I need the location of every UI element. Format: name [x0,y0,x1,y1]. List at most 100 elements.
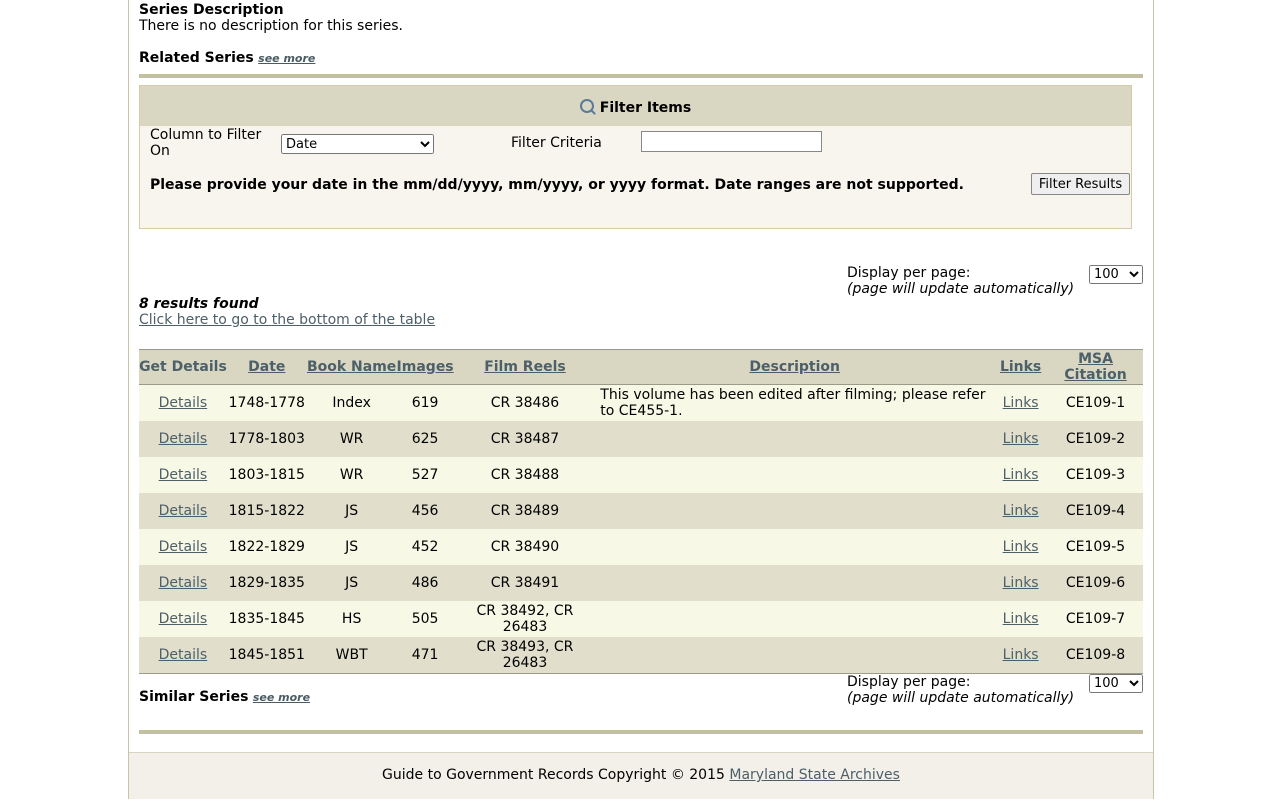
table-cell: CE109-7 [1048,601,1143,637]
cell-film-reels: CR 38486 [490,395,560,411]
links-link[interactable]: Links [1003,395,1039,411]
similar-series-heading: Similar Series [139,689,249,705]
column-filter-label: Column to Filter On [150,127,262,159]
cell-book-name: JS [345,539,359,555]
table-cell: WR [306,457,397,493]
table-cell: Index [306,384,397,421]
table-cell: 1815-1822 [226,493,307,529]
sort-msa-citation-link[interactable]: MSA Citation [1064,351,1126,383]
cell-film-reels: CR 38491 [490,575,560,591]
table-cell: Links [993,565,1049,601]
details-link[interactable]: Details [159,395,208,411]
links-link[interactable]: Links [1003,611,1039,627]
links-link[interactable]: Links [1003,575,1039,591]
header-book-name[interactable]: Book Name [306,349,397,385]
related-series-heading: Related Series [139,50,254,66]
table-cell: JS [306,565,397,601]
details-link[interactable]: Details [159,611,208,627]
related-series: Related Series see more [139,50,315,66]
sort-images-link[interactable]: Images [397,359,454,375]
cell-date: 1815-1822 [228,503,305,519]
details-link[interactable]: Details [159,575,208,591]
table-cell: CR 38490 [453,529,597,565]
details-link[interactable]: Details [159,431,208,447]
footer-archives-link[interactable]: Maryland State Archives [729,767,900,783]
table-cell: JS [306,493,397,529]
table-row: Details 1835-1845 HS 505 CR 38492, CR 26483 L… [139,601,1143,637]
table-row: Details 1829-1835 JS 486 CR 38491 Links CE109-… [139,565,1143,601]
header-msa-citation[interactable]: MSA Citation [1048,349,1143,385]
cell-description: This volume has been edited after filmin… [600,387,986,419]
sort-description-link[interactable]: Description [749,359,840,375]
links-link[interactable]: Links [1003,431,1039,447]
links-link[interactable]: Links [1003,647,1039,663]
cell-book-name: JS [345,575,359,591]
filter-criteria-input[interactable] [641,131,822,152]
header-get-details: Get Details [139,349,227,385]
sort-links-link[interactable]: Links [1000,359,1041,375]
cell-film-reels: CR 38489 [490,503,560,519]
cell-images: 619 [411,395,439,411]
details-link[interactable]: Details [159,647,208,663]
cell-book-name: HS [341,611,362,627]
table-cell [596,493,994,529]
cell-film-reels: CR 38490 [490,539,560,555]
links-link[interactable]: Links [1003,539,1039,555]
table-cell: Details [139,565,227,601]
header-images[interactable]: Images [396,349,454,385]
cell-msa-citation: CE109-2 [1065,431,1126,447]
results-count: 8 results found [139,296,259,312]
table-cell: CR 38493, CR 26483 [453,637,597,674]
table-cell: WBT [306,637,397,674]
table-cell: CE109-6 [1048,565,1143,601]
header-film-reels[interactable]: Film Reels [453,349,597,385]
table-cell [596,457,994,493]
display-per-page-note: (page will update automatically) [847,281,1075,297]
details-link[interactable]: Details [159,503,208,519]
display-per-page-top: Display per page: (page will update auto… [847,265,1074,297]
table-cell: CE109-1 [1048,384,1143,421]
table-cell: 471 [396,637,454,674]
cell-book-name: WBT [335,647,368,663]
filter-panel: Filter Items Column to Filter On Date Fi… [139,85,1132,229]
sort-book-name-link[interactable]: Book Name [307,359,396,375]
header-links[interactable]: Links [993,349,1049,385]
filter-title: Filter Items [140,98,1131,116]
filter-results-button[interactable]: Filter Results [1031,173,1130,195]
header-date[interactable]: Date [226,349,307,385]
header-description[interactable]: Description [596,349,994,385]
links-link[interactable]: Links [1003,467,1039,483]
details-link[interactable]: Details [159,467,208,483]
table-cell: CR 38488 [453,457,597,493]
table-cell: CE109-3 [1048,457,1143,493]
footer: Guide to Government Records Copyright © … [129,752,1153,799]
display-per-page-select-top[interactable]: 100 [1089,265,1143,284]
cell-msa-citation: CE109-6 [1065,575,1126,591]
display-per-page-select-bottom[interactable]: 100 [1089,674,1143,693]
sort-film-reels-link[interactable]: Film Reels [484,359,566,375]
table-cell: Details [139,493,227,529]
table-cell: Links [993,384,1049,421]
column-filter-select[interactable]: Date [281,134,434,154]
cell-images: 452 [411,539,439,555]
related-series-see-more-link[interactable]: see more [258,52,315,65]
display-per-page-note: (page will update automatically) [847,690,1075,706]
cell-film-reels: CR 38493, CR 26483 [476,639,574,671]
search-icon [579,99,594,113]
links-link[interactable]: Links [1003,503,1039,519]
go-to-bottom-link[interactable]: Click here to go to the bottom of the ta… [139,312,435,328]
similar-series-see-more-link[interactable]: see more [253,691,310,704]
details-link[interactable]: Details [159,539,208,555]
cell-date: 1835-1845 [228,611,305,627]
table-cell: 1829-1835 [226,565,307,601]
table-cell: 1778-1803 [226,421,307,457]
table-row: Details 1822-1829 JS 452 CR 38490 Links CE109-… [139,529,1143,565]
cell-msa-citation: CE109-4 [1065,503,1126,519]
cell-book-name: WR [339,467,364,483]
table-cell: Details [139,601,227,637]
sort-date-link[interactable]: Date [248,359,285,375]
table-cell: 1835-1845 [226,601,307,637]
cell-images: 505 [411,611,439,627]
cell-film-reels: CR 38487 [490,431,560,447]
table-cell [596,601,994,637]
